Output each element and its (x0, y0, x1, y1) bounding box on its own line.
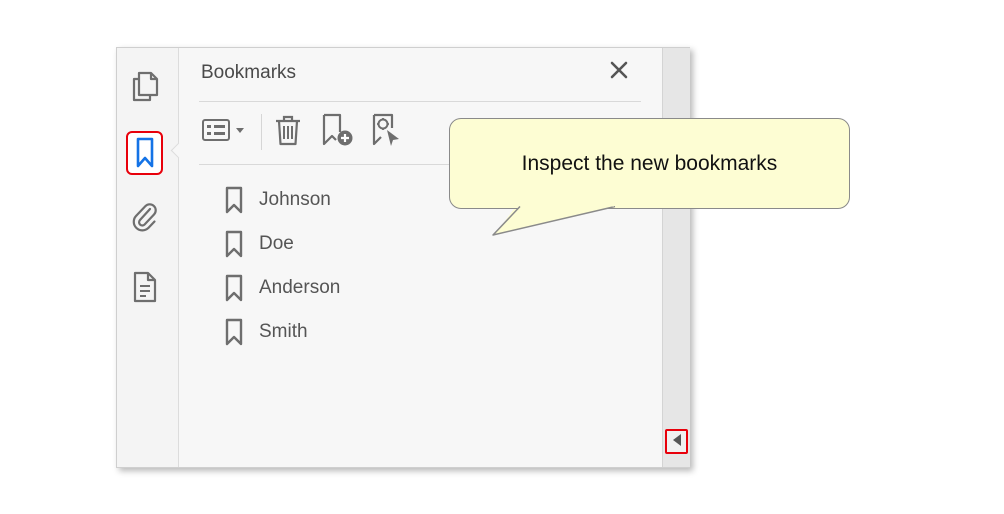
divider (199, 101, 641, 102)
collapse-pane-button[interactable] (665, 429, 688, 454)
bookmark-item[interactable]: Doe (223, 222, 340, 266)
document-icon (131, 270, 159, 304)
add-bookmark-icon (319, 112, 355, 152)
stage: Bookmarks Johnson Doe Anderson Smith Ins… (0, 0, 1004, 514)
find-bookmark-icon (369, 112, 405, 152)
document-properties-button[interactable] (125, 267, 165, 307)
close-icon (609, 60, 629, 84)
bookmark-icon (135, 137, 155, 169)
callout-bubble: Inspect the new bookmarks (449, 118, 850, 209)
bookmark-label: Smith (259, 321, 308, 342)
trash-icon (273, 113, 303, 151)
bookmarks-rail-button[interactable] (126, 131, 163, 175)
bookmarks-panel-window: Bookmarks Johnson Doe Anderson Smith (116, 47, 690, 468)
navigation-rail (117, 48, 187, 467)
bookmark-icon (223, 229, 245, 259)
pages-icon (130, 69, 160, 103)
triangle-left-icon (672, 432, 682, 451)
bookmarks-pane: Bookmarks Johnson Doe Anderson Smith (179, 48, 661, 467)
pane-title: Bookmarks (201, 62, 297, 83)
bookmark-label: Doe (259, 233, 294, 254)
find-bookmark-button[interactable] (367, 112, 407, 152)
bookmark-list: Johnson Doe Anderson Smith (223, 178, 340, 354)
close-button[interactable] (607, 60, 631, 84)
attachments-button[interactable] (125, 198, 165, 238)
options-menu-icon (201, 117, 249, 147)
right-pane-strip (662, 48, 690, 467)
bookmark-icon (223, 185, 245, 215)
paperclip-icon (130, 201, 160, 235)
toolbar-separator (261, 114, 262, 150)
bookmark-item[interactable]: Anderson (223, 266, 340, 310)
bookmark-icon (223, 273, 245, 303)
bookmark-icon (223, 317, 245, 347)
callout-pointer (492, 206, 616, 236)
delete-bookmark-button[interactable] (271, 114, 305, 150)
options-menu-button[interactable] (199, 114, 251, 150)
bookmark-item[interactable]: Johnson (223, 178, 340, 222)
pages-button[interactable] (125, 66, 165, 106)
bookmark-label: Anderson (259, 277, 341, 298)
bookmarks-toolbar (199, 110, 459, 154)
bookmark-item[interactable]: Smith (223, 310, 340, 354)
new-bookmark-button[interactable] (317, 112, 357, 152)
callout-text: Inspect the new bookmarks (521, 151, 778, 175)
bookmark-label: Johnson (259, 189, 331, 210)
